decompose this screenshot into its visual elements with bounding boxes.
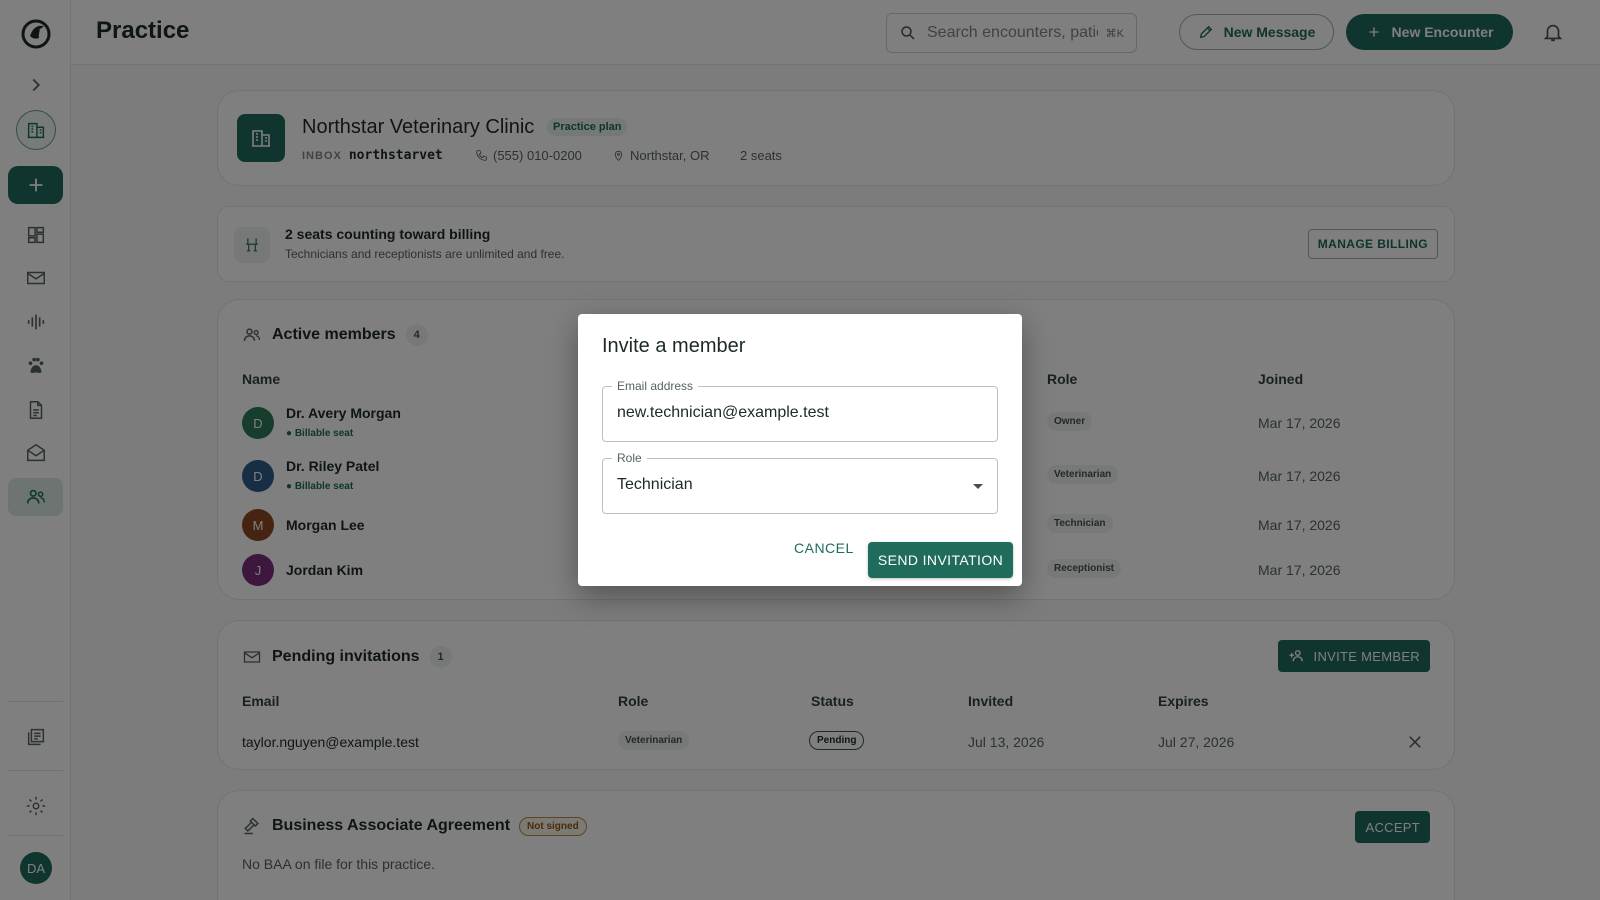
email-field[interactable]: Email address new.technician@example.tes…: [602, 379, 998, 442]
dialog-title: Invite a member: [602, 335, 746, 357]
role-select-label: Role: [612, 451, 647, 465]
cancel-button[interactable]: CANCEL: [794, 540, 854, 556]
dropdown-caret-icon: [973, 484, 983, 489]
invite-member-dialog: Invite a member Email address new.techni…: [578, 314, 1022, 586]
role-select[interactable]: Role Technician: [602, 451, 998, 514]
email-field-label: Email address: [612, 379, 699, 393]
send-invitation-button[interactable]: SEND INVITATION: [868, 542, 1013, 578]
email-field-value: new.technician@example.test: [617, 404, 829, 421]
role-select-value: Technician: [617, 476, 693, 493]
